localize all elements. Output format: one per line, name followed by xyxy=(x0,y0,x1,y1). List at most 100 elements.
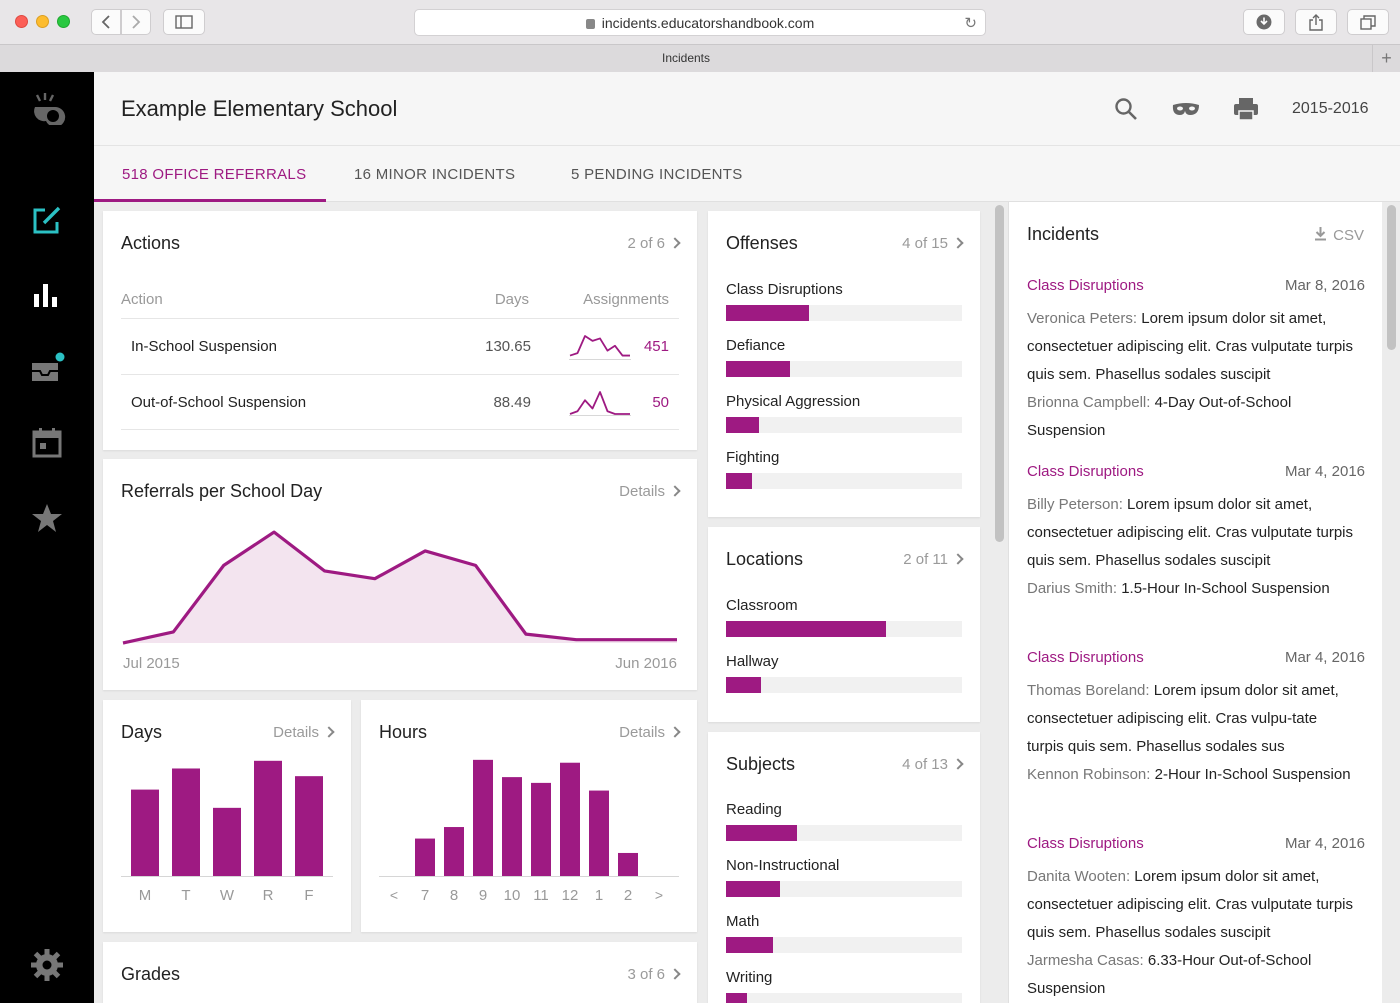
bar-track[interactable] xyxy=(726,621,962,637)
incident-student: Thomas Boreland: xyxy=(1027,682,1150,699)
bar-fill xyxy=(726,473,752,489)
school-year-selector[interactable]: 2015-2016 xyxy=(1292,100,1369,118)
close-window-button[interactable] xyxy=(15,15,28,28)
bar-track[interactable] xyxy=(726,473,962,489)
bar-label: Fighting xyxy=(726,449,780,466)
chevron-right-icon xyxy=(669,485,681,497)
referrals-details-link[interactable]: Details xyxy=(619,483,681,500)
sidebar-toggle-button[interactable] xyxy=(163,9,205,35)
bar-R xyxy=(254,760,282,876)
bar-track[interactable] xyxy=(726,361,962,377)
reports-chart-icon[interactable] xyxy=(27,277,67,313)
bar-track[interactable] xyxy=(726,677,962,693)
bar-track[interactable] xyxy=(726,881,962,897)
inbox-icon[interactable] xyxy=(27,350,67,386)
subjects-pager[interactable]: 4 of 13 xyxy=(902,756,964,773)
address-bar[interactable]: incidents.educatorshandbook.com ↻ xyxy=(414,9,986,36)
incident-category[interactable]: Class Disruptions xyxy=(1027,835,1144,852)
print-icon[interactable] xyxy=(1231,94,1261,124)
bar-12 xyxy=(560,762,580,876)
offenses-pager[interactable]: 4 of 15 xyxy=(902,235,964,252)
share-button[interactable] xyxy=(1295,9,1337,35)
incident-date: Mar 4, 2016 xyxy=(1284,649,1365,666)
incident-category[interactable]: Class Disruptions xyxy=(1027,463,1144,480)
bar-label: Reading xyxy=(726,801,782,818)
incidents-title: Incidents xyxy=(1027,224,1100,244)
tab-bar: 518 OFFICE REFERRALS 16 MINOR INCIDENTS … xyxy=(94,146,1400,202)
table-row[interactable]: In-School Suspension 130.65 451 xyxy=(121,318,679,374)
reload-icon[interactable]: ↻ xyxy=(964,14,977,32)
new-referral-icon[interactable] xyxy=(27,202,67,238)
tabs-overview-button[interactable] xyxy=(1347,9,1389,35)
bar-10 xyxy=(502,777,522,876)
chevron-right-icon xyxy=(669,237,681,249)
bar-track[interactable] xyxy=(726,305,962,321)
column-header-assignments: Assignments xyxy=(583,291,669,308)
incident-date: Mar 8, 2016 xyxy=(1284,277,1365,294)
sparkline-path xyxy=(569,335,630,357)
bar-track[interactable] xyxy=(726,417,962,433)
days-card: Days Details M T W R F xyxy=(103,700,351,932)
tick-label: T xyxy=(181,887,190,904)
settings-gear-icon[interactable] xyxy=(27,947,67,983)
hours-details-link[interactable]: Details xyxy=(619,724,681,741)
offenses-title: Offenses xyxy=(726,233,798,253)
browser-tab-title[interactable]: Incidents xyxy=(0,51,1372,65)
actions-pager[interactable]: 2 of 6 xyxy=(627,235,681,252)
grades-pager[interactable]: 3 of 6 xyxy=(627,966,681,983)
bar-track[interactable] xyxy=(726,825,962,841)
table-row[interactable]: Out-of-School Suspension 88.49 50 xyxy=(121,374,679,430)
calendar-icon[interactable] xyxy=(27,424,67,460)
dashboard-scrollbar[interactable] xyxy=(995,205,1004,542)
incident-category[interactable]: Class Disruptions xyxy=(1027,277,1144,294)
zoom-window-button[interactable] xyxy=(57,15,70,28)
forward-icon xyxy=(132,15,141,29)
csv-label: CSV xyxy=(1333,227,1364,244)
action-days: 130.65 xyxy=(485,338,531,355)
incidents-scrollbar[interactable] xyxy=(1387,205,1396,350)
incident-action: 1.5-Hour In-School Suspension xyxy=(1121,580,1330,597)
tab-minor-incidents[interactable]: 16 MINOR INCIDENTS xyxy=(354,166,515,183)
referrals-card: Referrals per School Day Details Jul 201… xyxy=(103,459,697,690)
action-name: In-School Suspension xyxy=(131,338,277,355)
bar-2 xyxy=(618,852,638,876)
days-title: Days xyxy=(121,722,163,742)
bar-label: Hallway xyxy=(726,653,779,670)
chevron-right-icon xyxy=(952,758,964,770)
bar-fill xyxy=(726,825,797,841)
subjects-pager-text: 4 of 13 xyxy=(902,756,948,773)
forward-button[interactable] xyxy=(121,9,151,35)
back-button[interactable] xyxy=(91,9,121,35)
subjects-title: Subjects xyxy=(726,754,796,774)
whistle-logo-icon[interactable] xyxy=(27,90,67,126)
hours-card: Hours Details 7 8 9 10 11 12 1 2 < > xyxy=(361,700,697,932)
search-icon[interactable] xyxy=(1111,94,1141,124)
bar-track[interactable] xyxy=(726,937,962,953)
bar-8 xyxy=(444,827,464,876)
downloads-button[interactable] xyxy=(1243,9,1285,35)
tick-label: M xyxy=(139,887,152,904)
action-days: 88.49 xyxy=(493,394,531,411)
new-tab-button[interactable]: + xyxy=(1372,45,1400,72)
incident-staff: Brionna Campbell: xyxy=(1027,394,1151,411)
days-details-link[interactable]: Details xyxy=(273,724,335,741)
bar-W xyxy=(213,807,241,876)
csv-export-button[interactable]: CSV xyxy=(1314,226,1364,244)
bar-track[interactable] xyxy=(726,993,962,1003)
locations-pager[interactable]: 2 of 11 xyxy=(903,551,964,568)
bar-9 xyxy=(473,759,493,876)
incident-category[interactable]: Class Disruptions xyxy=(1027,649,1144,666)
favorites-star-icon[interactable] xyxy=(27,500,67,536)
incidents-panel: Incidents CSV Class Disruptions Mar 8, 20… xyxy=(1008,202,1382,1003)
minimize-window-button[interactable] xyxy=(36,15,49,28)
incident-student: Billy Peterson: xyxy=(1027,496,1123,513)
bar-T xyxy=(172,768,200,876)
tab-office-referrals[interactable]: 518 OFFICE REFERRALS xyxy=(122,166,306,183)
tab-pending-incidents[interactable]: 5 PENDING INCIDENTS xyxy=(571,166,743,183)
tabs-icon xyxy=(1360,14,1376,30)
chevron-right-icon xyxy=(669,726,681,738)
locations-card: Locations 2 of 11 Classroom Hallway xyxy=(708,527,980,722)
bar-fill xyxy=(726,305,809,321)
anonymize-mask-icon[interactable] xyxy=(1171,94,1201,124)
action-assignments: 451 xyxy=(643,338,669,355)
